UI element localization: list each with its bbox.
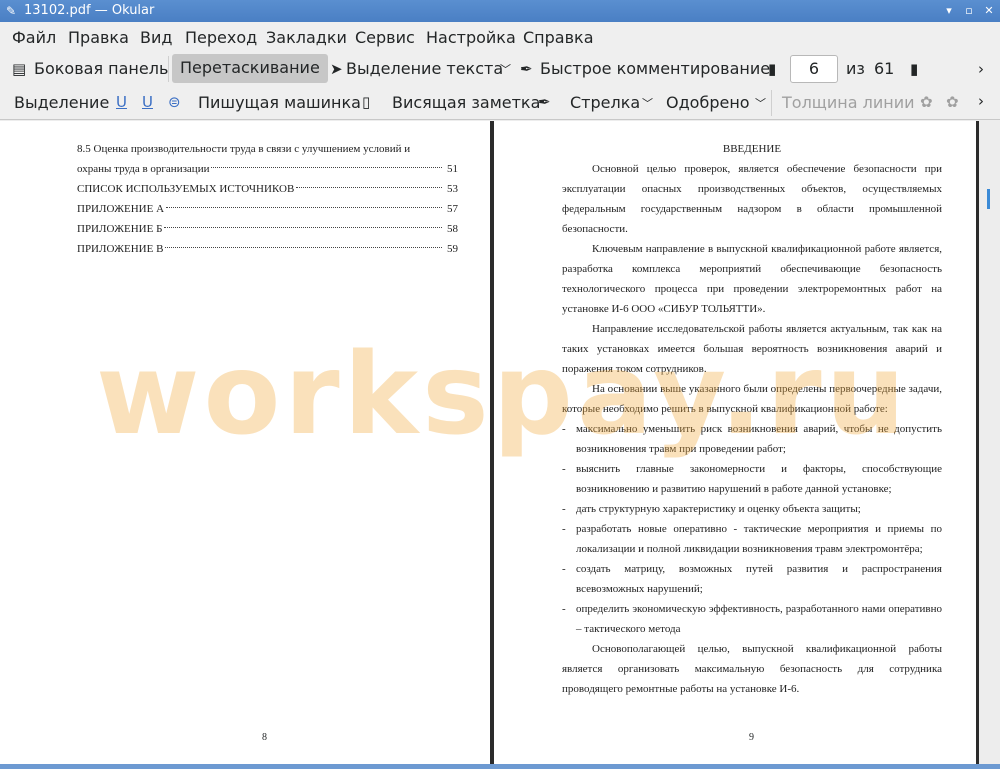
page-of-label: из (846, 59, 865, 78)
toc-page: 53 (447, 183, 458, 195)
menu-help[interactable]: Справка (523, 28, 594, 47)
typewriter-button[interactable]: Пишущая машинка (198, 93, 361, 112)
list-item: создать матрицу, возможных путей развити… (562, 559, 942, 599)
note-icon[interactable]: ▯ (362, 93, 370, 111)
palette-icon[interactable]: ✿ (920, 93, 933, 111)
opacity-icon[interactable]: ✿ (946, 93, 959, 111)
list-item: максимально уменьшить риск возникновения… (562, 419, 942, 459)
menu-go[interactable]: Переход (185, 28, 257, 47)
task-list: максимально уменьшить риск возникновения… (562, 419, 942, 639)
scrollbar-thumb[interactable] (987, 189, 990, 209)
page-8: 8.5 Оценка производительности труда в св… (77, 139, 458, 259)
vertical-scrollbar[interactable] (979, 121, 1000, 764)
stamp-button[interactable]: Одобрено (666, 93, 750, 112)
line-width-button[interactable]: Толщина линии (782, 93, 915, 112)
toc-line: ПРИЛОЖЕНИЕ А 57 (77, 199, 458, 219)
toc-line: 8.5 Оценка производительности труда в св… (77, 139, 458, 159)
quick-comment-button[interactable]: Быстрое комментирование (540, 59, 770, 78)
list-item: определить экономическую эффективность, … (562, 599, 942, 639)
menu-file[interactable]: Файл (12, 28, 56, 47)
pen-icon[interactable]: ✒ (538, 93, 551, 111)
bottom-frame (0, 764, 1000, 769)
text-select-button[interactable]: Выделение текста (346, 59, 503, 78)
toc-page: 57 (447, 203, 458, 215)
close-icon[interactable]: ✕ (981, 3, 997, 19)
minimize-icon[interactable]: ▾ (941, 3, 957, 19)
sidebar-button[interactable]: Боковая панель (34, 59, 168, 78)
toc-page: 58 (447, 223, 458, 235)
page-9: ВВЕДЕНИЕ Основной целью проверок, являет… (562, 139, 942, 699)
toc-text: ПРИЛОЖЕНИЕ В (77, 243, 164, 255)
document-view[interactable]: 8.5 Оценка производительности труда в св… (0, 121, 1000, 764)
section-heading: ВВЕДЕНИЕ (722, 143, 782, 155)
toc-line: охраны труда в организации 51 (77, 159, 458, 179)
toc-text: ПРИЛОЖЕНИЕ Б (77, 223, 163, 235)
underline-icon[interactable]: U (116, 93, 127, 111)
paragraph: На основании выше указанного были опреде… (562, 383, 942, 415)
toc-leader (165, 247, 442, 248)
annotation-toolbar: Выделение U U ⊜ Пишущая машинка ▯ Висяща… (0, 86, 1000, 120)
pen-icon[interactable]: ✒ (520, 60, 533, 78)
toc-text: 8.5 Оценка производительности труда в св… (77, 143, 411, 155)
paragraph: Основополагающей целью, выпускной квалиф… (562, 643, 942, 695)
menu-view[interactable]: Вид (140, 28, 172, 47)
chevron-down-icon[interactable]: ﹀ (755, 95, 766, 111)
list-item: разработать новые оперативно - тактическ… (562, 519, 942, 559)
menu-bookmarks[interactable]: Закладки (266, 28, 347, 47)
title-bar: ✎ 13102.pdf — Okular ▾ ▫ ✕ (0, 0, 1000, 22)
toolbar-separator (168, 56, 169, 82)
chevron-down-icon[interactable]: ﹀ (642, 95, 653, 111)
toc-leader (166, 207, 442, 208)
sidebar-icon[interactable]: ▤ (12, 60, 26, 78)
paragraph: Ключевым направление в выпускной квалифи… (562, 243, 942, 315)
previous-page-icon[interactable]: ▮ (768, 60, 776, 78)
maximize-icon[interactable]: ▫ (961, 3, 977, 19)
toc-line: СПИСОК ИСПОЛЬЗУЕМЫХ ИСТОЧНИКОВ 53 (77, 179, 458, 199)
toc-text: ПРИЛОЖЕНИЕ А (77, 203, 165, 215)
page-number: 9 (749, 732, 754, 743)
list-item: дать структурную характеристику и оценку… (562, 499, 942, 519)
highlight-button[interactable]: Выделение (14, 93, 109, 112)
toc-page: 59 (447, 243, 458, 255)
toc-line: ПРИЛОЖЕНИЕ В 59 (77, 239, 458, 259)
toc-page: 51 (447, 163, 458, 175)
toc-leader (211, 167, 442, 168)
menu-tools[interactable]: Сервис (355, 28, 415, 47)
page-total-label: 61 (874, 59, 895, 78)
chevron-right-icon[interactable]: › (978, 92, 984, 110)
paragraph: Направление исследовательской работы явл… (562, 323, 942, 375)
squiggle-icon[interactable]: U (142, 93, 153, 111)
drag-mode-button[interactable]: Перетаскивание (172, 54, 328, 83)
toc-line: ПРИЛОЖЕНИЕ Б 58 (77, 219, 458, 239)
page-divider (490, 121, 494, 764)
main-toolbar: ▤ Боковая панель Перетаскивание ➤ Выделе… (0, 52, 1000, 86)
chevron-right-icon[interactable]: › (978, 60, 984, 78)
strikeout-icon[interactable]: ⊜ (168, 93, 181, 111)
list-item: выяснить главные закономерности и фактор… (562, 459, 942, 499)
next-page-icon[interactable]: ▮ (910, 60, 918, 78)
menu-edit[interactable]: Правка (68, 28, 129, 47)
chevron-down-icon[interactable]: ﹀ (500, 61, 511, 77)
page-number: 8 (262, 732, 267, 743)
window-title: 13102.pdf — Okular (24, 3, 155, 18)
toc-leader (164, 227, 442, 228)
okular-app-icon[interactable]: ✎ (6, 4, 16, 18)
arrow-button[interactable]: Стрелка (570, 93, 640, 112)
menu-bar: Файл Правка Вид Переход Закладки Сервис … (0, 22, 1000, 52)
note-button[interactable]: Висящая заметка (392, 93, 540, 112)
toolbar-separator (771, 90, 772, 116)
text-cursor-icon[interactable]: ➤ (330, 60, 343, 78)
page-number-input[interactable]: 6 (790, 55, 838, 83)
toc-leader (296, 187, 442, 188)
toc-text: СПИСОК ИСПОЛЬЗУЕМЫХ ИСТОЧНИКОВ (77, 183, 295, 195)
menu-settings[interactable]: Настройка (426, 28, 516, 47)
toc-text: охраны труда в организации (77, 163, 210, 175)
paragraph: Основной целью проверок, является обеспе… (562, 163, 942, 235)
